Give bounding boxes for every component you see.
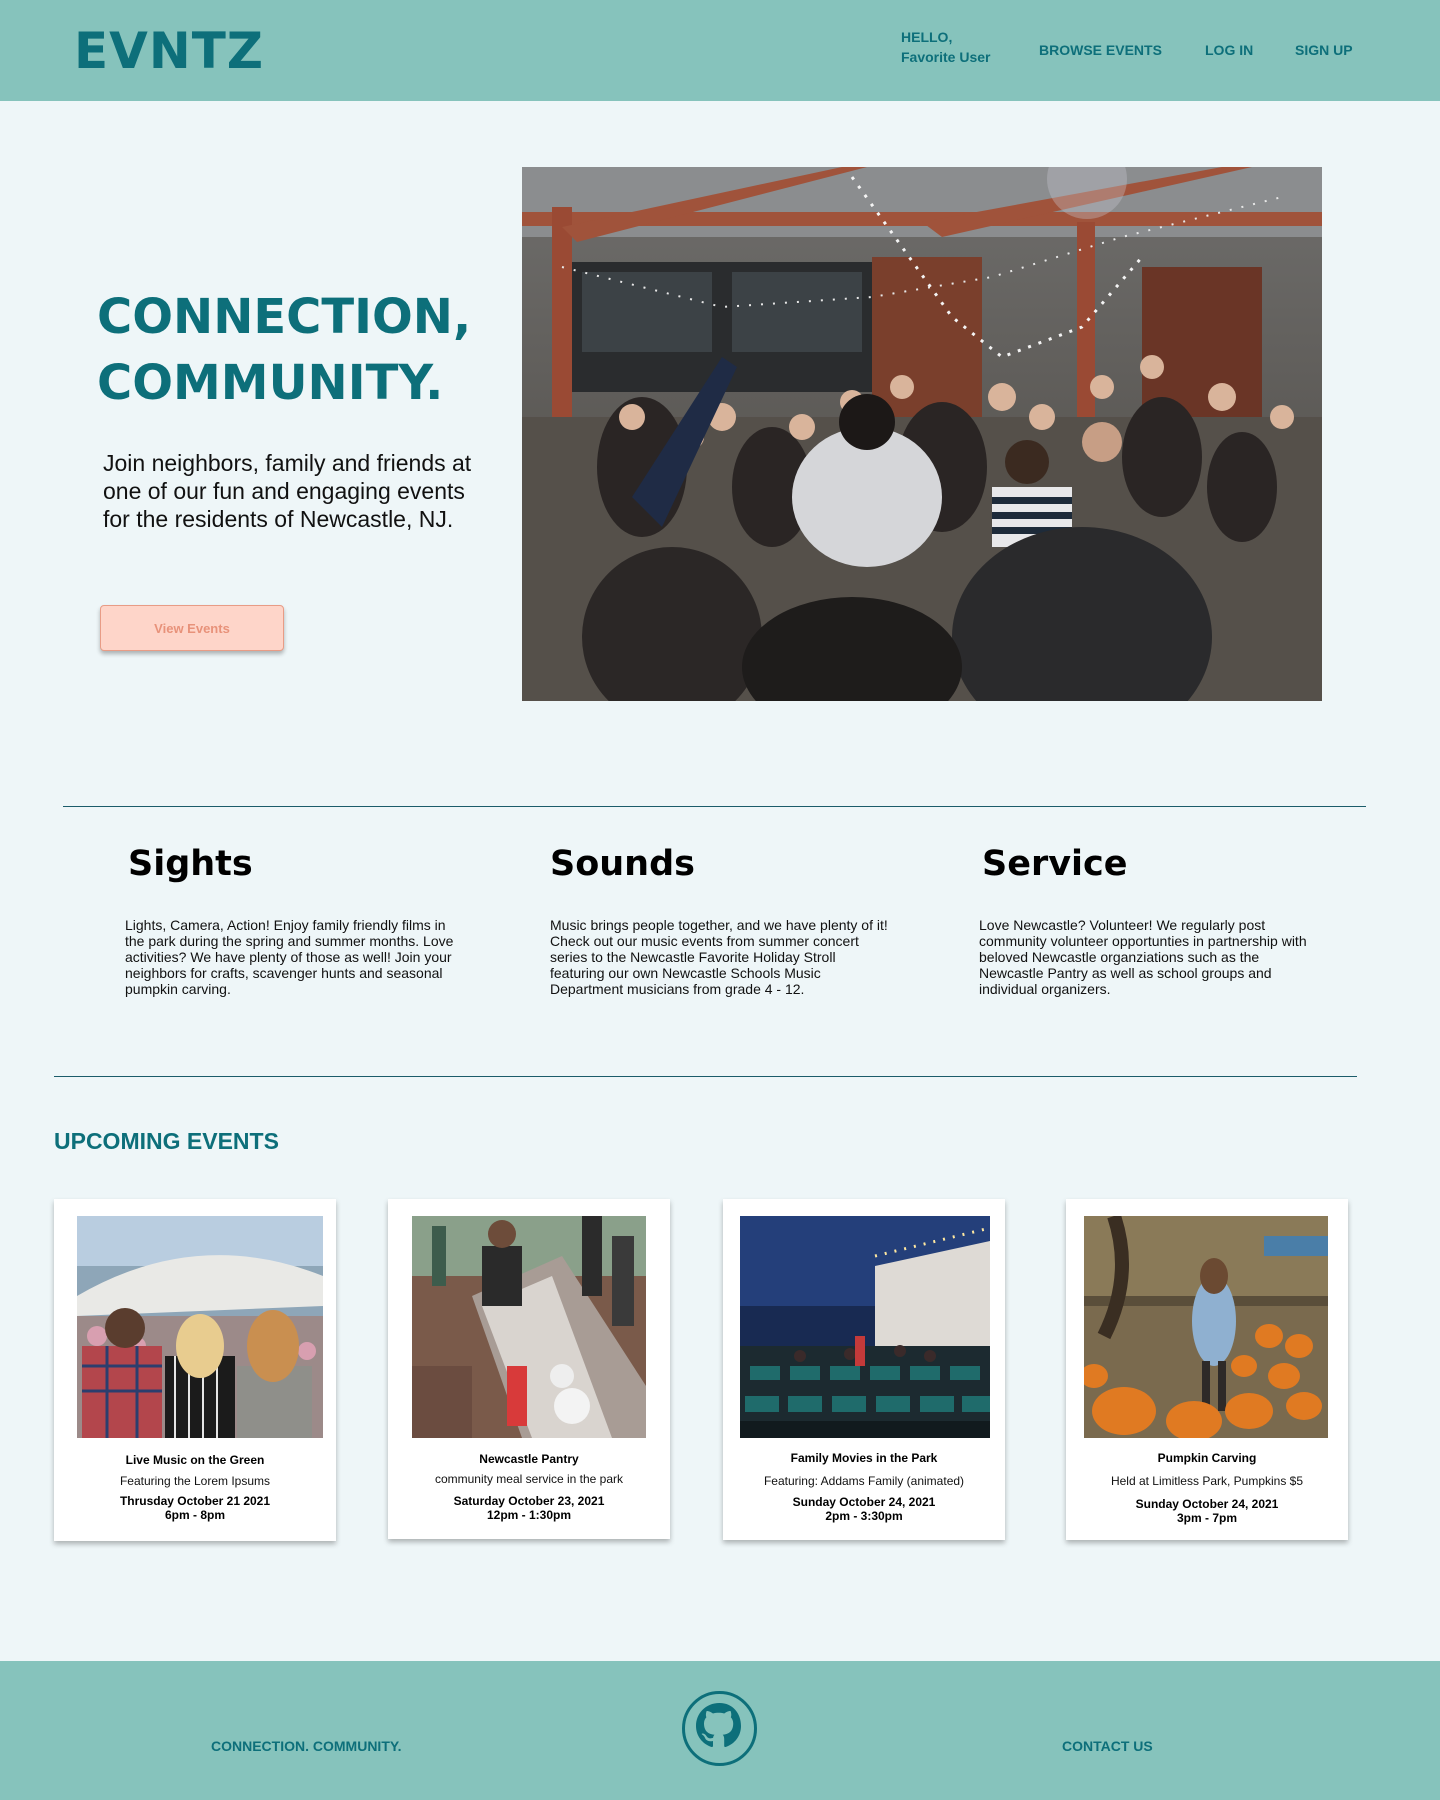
upcoming-events-heading: UPCOMING EVENTS	[54, 1128, 279, 1154]
feature-text-sounds: Music brings people together, and we hav…	[550, 917, 888, 997]
event-title: Newcastle Pantry	[479, 1452, 579, 1466]
event-image-family-movies	[740, 1216, 990, 1438]
footer-tagline: CONNECTION. COMMUNITY.	[211, 1738, 402, 1754]
section-divider-bottom	[54, 1076, 1357, 1077]
meal-service-photo	[412, 1216, 646, 1438]
event-date: Sunday October 24, 2021	[1135, 1497, 1279, 1511]
event-subtitle: Featuring the Lorem Ipsums	[119, 1474, 271, 1488]
site-footer: CONNECTION. COMMUNITY. CONTACT US	[0, 1661, 1440, 1800]
feature-title-sights: Sights	[128, 844, 253, 884]
event-card-newcastle-pantry[interactable]: Newcastle Pantry community meal service …	[388, 1199, 670, 1539]
pumpkin-patch-photo	[1084, 1216, 1328, 1438]
event-time: 3pm - 7pm	[1176, 1511, 1237, 1525]
event-title: Family Movies in the Park	[790, 1451, 938, 1465]
event-time: 6pm - 8pm	[164, 1508, 225, 1522]
event-date: Thrusday October 21 2021	[119, 1494, 271, 1508]
event-card-pumpkin-carving[interactable]: Pumpkin Carving Held at Limitless Park, …	[1066, 1199, 1348, 1540]
nav-browse-events[interactable]: BROWSE EVENTS	[1039, 42, 1162, 58]
event-subtitle: community meal service in the park	[434, 1472, 624, 1486]
github-icon[interactable]	[681, 1690, 758, 1767]
greeting-username: Favorite User	[901, 49, 991, 65]
contact-us-link[interactable]: CONTACT US	[1062, 1738, 1153, 1754]
nav-log-in[interactable]: LOG IN	[1205, 42, 1253, 58]
event-subtitle: Featuring: Addams Family (animated)	[763, 1474, 965, 1488]
hero-title: CONNECTION, COMMUNITY.	[97, 284, 471, 416]
event-title: Live Music on the Green	[125, 1453, 265, 1467]
hero-description: Join neighbors, family and friends at on…	[103, 450, 472, 532]
event-date: Sunday October 24, 2021	[792, 1495, 936, 1509]
hero-image	[522, 167, 1322, 701]
feature-title-sounds: Sounds	[550, 844, 695, 884]
event-card-live-music[interactable]: Live Music on the Green Featuring the Lo…	[54, 1199, 336, 1541]
event-time: 12pm - 1:30pm	[486, 1508, 572, 1522]
concert-crowd-photo	[77, 1216, 323, 1438]
user-greeting: HELLO, Favorite User	[901, 27, 990, 67]
event-image-pumpkin-carving	[1084, 1216, 1328, 1438]
event-time: 2pm - 3:30pm	[825, 1509, 903, 1523]
event-subtitle: Held at Limitless Park, Pumpkins $5	[1110, 1474, 1304, 1488]
site-header: EVNTZ HELLO, Favorite User BROWSE EVENTS…	[0, 0, 1440, 101]
greeting-hello: HELLO,	[901, 29, 953, 45]
event-title: Pumpkin Carving	[1157, 1451, 1257, 1465]
event-image-newcastle-pantry	[412, 1216, 646, 1438]
view-events-button[interactable]: View Events	[100, 605, 284, 651]
hero-title-line2: COMMUNITY.	[97, 355, 444, 411]
site-logo[interactable]: EVNTZ	[74, 22, 264, 80]
feature-text-service: Love Newcastle? Volunteer! We regularly …	[979, 917, 1307, 997]
section-divider-top	[63, 806, 1366, 807]
nav-sign-up[interactable]: SIGN UP	[1295, 42, 1353, 58]
event-image-live-music	[77, 1216, 323, 1438]
feature-title-service: Service	[982, 844, 1128, 884]
outdoor-movie-photo	[740, 1216, 990, 1438]
event-date: Saturday October 23, 2021	[453, 1494, 605, 1508]
hero-title-line1: CONNECTION,	[97, 289, 472, 345]
party-crowd-photo	[522, 167, 1322, 701]
feature-text-sights: Lights, Camera, Action! Enjoy family fri…	[125, 917, 454, 997]
event-card-family-movies[interactable]: Family Movies in the Park Featuring: Add…	[723, 1199, 1005, 1540]
